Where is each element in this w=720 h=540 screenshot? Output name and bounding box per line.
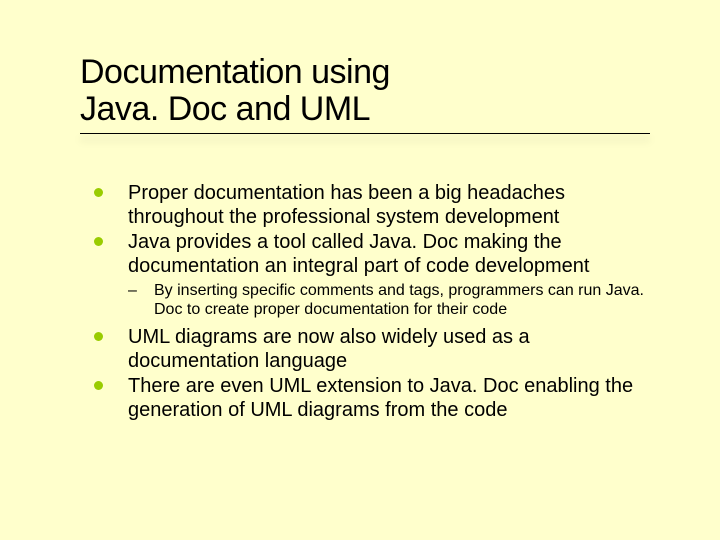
slide-body: Proper documentation has been a big head… (94, 182, 662, 425)
list-item-text: Java provides a tool called Java. Doc ma… (128, 231, 589, 277)
bullet-icon (94, 237, 103, 246)
list-item: Java provides a tool called Java. Doc ma… (94, 231, 662, 320)
dash-icon: – (128, 282, 137, 301)
list-subitem-text: By inserting specific comments and tags,… (154, 282, 644, 318)
bullet-icon (94, 188, 103, 197)
slide-title-block: Documentation using Java. Doc and UML (80, 54, 640, 134)
list-item: There are even UML extension to Java. Do… (94, 375, 662, 422)
list-item: Proper documentation has been a big head… (94, 182, 662, 229)
slide-title-line1: Documentation using (80, 54, 640, 91)
bullet-icon (94, 332, 103, 341)
list-subitem: – By inserting specific comments and tag… (128, 282, 662, 320)
slide-title-line2: Java. Doc and UML (80, 91, 640, 128)
list-item: UML diagrams are now also widely used as… (94, 326, 662, 373)
list-item-text: Proper documentation has been a big head… (128, 182, 565, 228)
title-underline (80, 133, 650, 134)
bullet-icon (94, 381, 103, 390)
list-item-text: UML diagrams are now also widely used as… (128, 326, 530, 372)
list-item-text: There are even UML extension to Java. Do… (128, 375, 633, 421)
